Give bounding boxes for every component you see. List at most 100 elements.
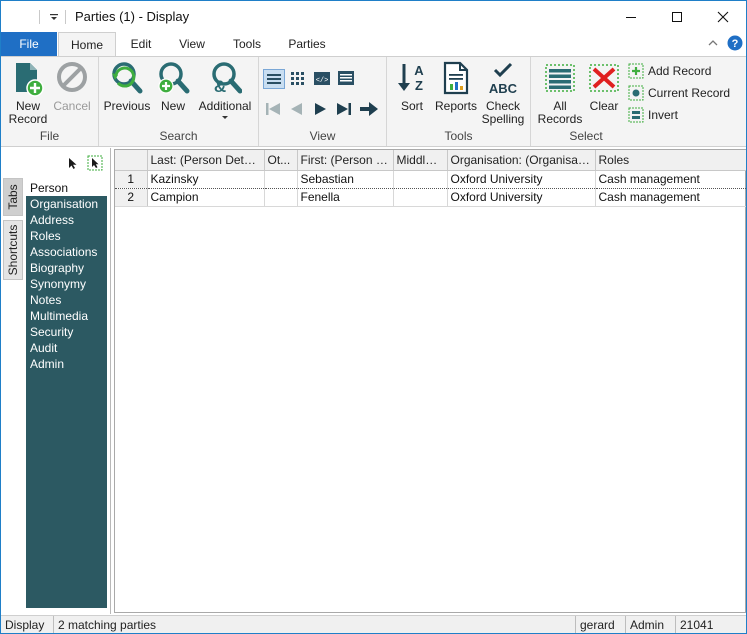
records-table: Last: (Person Details) Ot... First: (Per… [115,150,746,207]
select-pointer-icon[interactable] [87,155,103,174]
tab-edit[interactable]: Edit [119,32,163,56]
nav-item-address[interactable]: Address [26,212,107,228]
check-spelling-label: Check Spelling [481,99,525,126]
invert-button[interactable]: Invert [628,105,678,125]
cell-first[interactable]: Sebastian [297,169,394,189]
grid-view-button[interactable] [288,69,310,89]
column-header-organisation[interactable]: Organisation: (Organisatio... [447,150,596,171]
pointer-icon[interactable] [65,156,79,173]
add-record-icon [628,63,644,79]
add-record-label: Add Record [648,64,712,78]
tab-parties[interactable]: Parties [281,32,333,56]
tab-tabs[interactable]: Tabs [3,178,23,216]
new-record-label: New Record [8,99,48,126]
tab-view[interactable]: View [169,32,215,56]
all-records-button[interactable]: All Records [535,61,585,126]
tab-file[interactable]: File [1,32,57,56]
first-record-icon [266,103,280,115]
search-group: Previous New & Additional Search [99,57,259,146]
arrow-right-icon [360,102,378,116]
additional-search-button[interactable]: & Additional [195,61,255,124]
all-records-icon [545,64,575,92]
previous-record-button[interactable] [287,99,307,119]
cell-last[interactable]: Kazinsky [147,169,265,189]
nav-item-admin[interactable]: Admin [26,356,107,372]
status-bar: Display 2 matching parties gerard Admin … [1,615,746,633]
reports-button[interactable]: Reports [433,61,479,113]
previous-search-button[interactable]: Previous [103,61,151,113]
cell-other[interactable] [264,188,298,207]
separator [65,10,66,24]
new-search-button[interactable]: New [153,61,193,113]
status-role: Admin [625,616,675,633]
go-to-record-button[interactable] [358,99,380,119]
sort-label: Sort [400,99,423,113]
table-row[interactable]: 2 Campion Fenella Oxford University Cash… [115,188,746,207]
column-header-last[interactable]: Last: (Person Details) [147,150,265,171]
new-record-button[interactable]: New Record [5,61,51,126]
window-title: Parties (1) - Display [75,9,190,24]
add-record-button[interactable]: Add Record [628,61,711,81]
nav-item-synonymy[interactable]: Synonymy [26,276,107,292]
tab-tools[interactable]: Tools [223,32,271,56]
nav-toolbar [63,152,109,174]
all-records-label: All Records [537,99,583,126]
clear-button[interactable]: Clear [585,61,623,113]
reports-icon [443,61,469,95]
column-header-other[interactable]: Ot... [264,150,298,171]
minimize-icon[interactable] [608,1,654,32]
nav-item-security[interactable]: Security [26,324,107,340]
nav-item-notes[interactable]: Notes [26,292,107,308]
current-record-button[interactable]: Current Record [628,83,730,103]
nav-item-biography[interactable]: Biography [26,260,107,276]
cell-organisation[interactable]: Oxford University [447,169,596,189]
tab-tabs-label: Tabs [6,184,20,210]
cell-middle[interactable] [393,169,448,189]
clear-icon [589,64,619,92]
last-record-icon [337,103,351,115]
check-spelling-button[interactable]: ABC Check Spelling [479,61,527,126]
page-view-icon [338,71,354,85]
xml-view-button[interactable]: </> [312,69,334,89]
column-header-roles[interactable]: Roles [595,150,746,171]
list-view-button[interactable] [263,69,285,89]
tab-home[interactable]: Home [58,32,116,57]
sort-button[interactable]: A Z Sort [391,61,433,113]
page-view-button[interactable] [336,69,358,89]
cancel-icon [57,62,87,92]
tab-shortcuts[interactable]: Shortcuts [3,220,23,280]
nav-item-associations[interactable]: Associations [26,244,107,260]
table-row[interactable]: 1 Kazinsky Sebastian Oxford University C… [115,169,746,189]
close-icon[interactable] [700,1,746,32]
cell-roles[interactable]: Cash management [595,169,746,189]
column-header-first[interactable]: First: (Person D... [297,150,394,171]
left-panel: Tabs Shortcuts Person Organisation Addre… [1,148,111,614]
help-icon[interactable]: ? [727,35,743,54]
cancel-button[interactable]: Cancel [51,61,93,113]
nav-item-person[interactable]: Person [26,180,107,196]
cell-middle[interactable] [393,188,448,207]
column-header-middle[interactable]: Middle: ... [393,150,448,171]
cell-other[interactable] [264,169,298,189]
nav-item-roles[interactable]: Roles [26,228,107,244]
svg-text:?: ? [732,38,739,50]
nav-item-multimedia[interactable]: Multimedia [26,308,107,324]
collapse-ribbon-icon[interactable] [707,37,719,52]
nav-item-organisation[interactable]: Organisation [26,196,107,212]
last-record-button[interactable] [334,99,354,119]
nav-item-audit[interactable]: Audit [26,340,107,356]
first-record-button[interactable] [263,99,283,119]
cell-roles[interactable]: Cash management [595,188,746,207]
cell-organisation[interactable]: Oxford University [447,188,596,207]
next-record-button[interactable] [310,99,330,119]
row-number[interactable]: 2 [115,188,148,207]
list-view-icon [267,74,281,84]
row-number[interactable]: 1 [115,169,148,189]
maximize-icon[interactable] [654,1,700,32]
cell-first[interactable]: Fenella [297,188,394,207]
tools-group-label: Tools [444,129,473,143]
status-count: 2 matching parties [53,616,575,633]
quick-access-dropdown-icon[interactable] [47,8,61,26]
records-grid: Last: (Person Details) Ot... First: (Per… [114,149,746,613]
cell-last[interactable]: Campion [147,188,265,207]
